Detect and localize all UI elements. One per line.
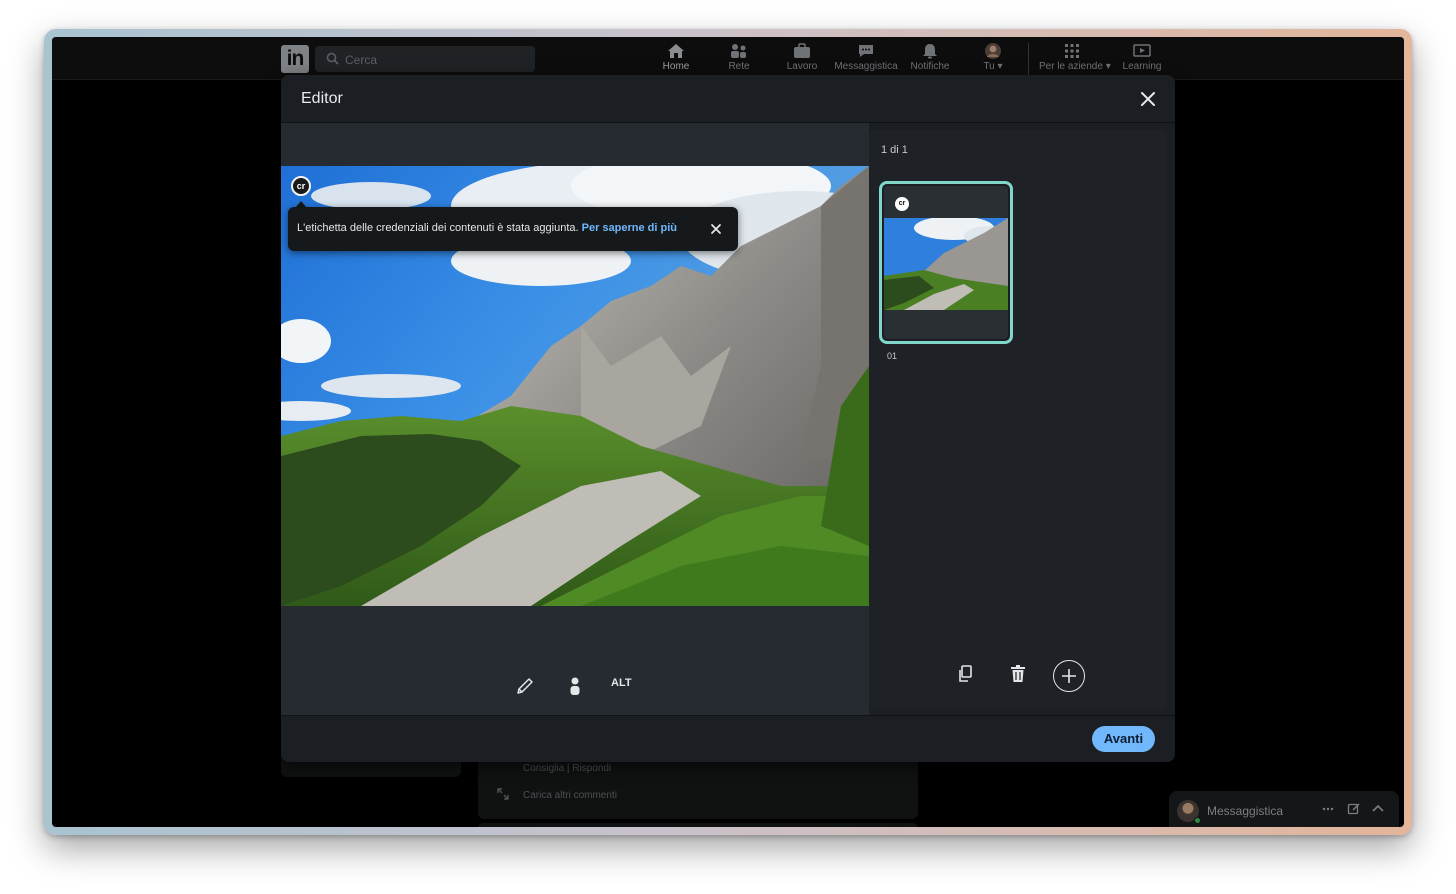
modal-title: Editor — [301, 90, 343, 107]
screen: in Cerca Home Rete Lavoro Messaggistica — [52, 37, 1404, 827]
image-counter: 1 di 1 — [881, 144, 908, 156]
bell-icon — [923, 44, 937, 59]
more-icon[interactable] — [1321, 802, 1335, 816]
play-icon — [1133, 44, 1151, 57]
nav-item-label: Home — [662, 61, 690, 72]
image-editor-area: cr L'etichetta delle credenziali dei con… — [281, 123, 869, 715]
linkedin-logo[interactable]: in — [281, 45, 309, 73]
top-navigation: in Cerca Home Rete Lavoro Messaggistica — [52, 37, 1404, 80]
modal-footer: Avanti — [281, 715, 1175, 762]
load-more-comments-link[interactable]: Carica altri commenti — [523, 790, 617, 801]
content-credentials-badge: cr — [895, 197, 909, 211]
trash-icon[interactable] — [1006, 662, 1030, 686]
search-box[interactable]: Cerca — [315, 46, 535, 72]
pencil-icon[interactable] — [509, 673, 539, 699]
nav-item-learning[interactable]: Learning — [1110, 43, 1174, 73]
tooltip-message: L'etichetta delle credenziali dei conten… — [297, 222, 579, 234]
expand-icon — [497, 788, 509, 800]
nav-item-label: Tu ▾ — [983, 61, 1003, 72]
nav-item-notifications[interactable]: Notifiche — [898, 43, 962, 73]
nav-item-label: Per le aziende ▾ — [1039, 61, 1111, 72]
content-credentials-tooltip: L'etichetta delle credenziali dei conten… — [288, 207, 738, 251]
modal-header: Editor — [281, 75, 1175, 123]
background-next-card — [478, 823, 918, 827]
nav-item-business[interactable]: Per le aziende ▾ — [1039, 43, 1111, 73]
avatar — [985, 43, 1001, 59]
alt-text-button[interactable]: ALT — [611, 677, 632, 689]
learn-more-link[interactable]: Per saperne di più — [582, 222, 677, 234]
search-placeholder: Cerca — [345, 53, 378, 67]
window-frame: in Cerca Home Rete Lavoro Messaggistica — [44, 29, 1412, 835]
thumbnail-panel: 1 di 1 cr 01 — [869, 130, 1167, 709]
content-credentials-badge[interactable]: cr — [291, 176, 311, 196]
comment-actions: Consiglia | Rispondi — [523, 763, 612, 774]
nav-item-label: Learning — [1122, 61, 1162, 72]
nav-item-network[interactable]: Rete — [707, 43, 771, 73]
nav-item-label: Messaggistica — [834, 61, 898, 72]
nav-item-home[interactable]: Home — [644, 43, 708, 73]
thumbnail-photo — [884, 218, 1008, 310]
grid-icon — [1065, 44, 1079, 58]
close-icon[interactable] — [709, 222, 723, 236]
image-thumbnail[interactable]: cr — [879, 181, 1013, 344]
search-icon — [326, 52, 339, 65]
compose-icon[interactable] — [1347, 802, 1361, 816]
network-icon — [731, 44, 746, 58]
thumbnail-frame: cr — [884, 186, 1008, 339]
side-panel: 1 di 1 cr 01 — [869, 130, 1167, 709]
briefcase-icon — [794, 43, 810, 58]
nav-divider — [1028, 43, 1029, 75]
next-button[interactable]: Avanti — [1092, 726, 1155, 752]
messaging-label: Messaggistica — [1207, 804, 1284, 818]
tooltip-text: L'etichetta delle credenziali dei conten… — [297, 222, 677, 234]
chevron-up-icon[interactable] — [1371, 802, 1385, 816]
online-status-dot — [1194, 817, 1201, 824]
editor-modal: Editor cr L'etichetta delle credenziali … — [281, 75, 1175, 762]
nav-item-label: Rete — [728, 61, 750, 72]
nav-item-messaging[interactable]: Messaggistica — [834, 43, 898, 73]
thumbnail-index: 01 — [887, 351, 898, 361]
home-icon — [668, 44, 684, 58]
nav-item-jobs[interactable]: Lavoro — [770, 43, 834, 73]
close-icon[interactable] — [1138, 89, 1158, 109]
nav-item-label: Notifiche — [910, 61, 950, 72]
plus-icon — [1062, 669, 1076, 683]
nav-item-label: Lavoro — [786, 61, 818, 72]
chat-icon — [859, 45, 873, 57]
duplicate-icon[interactable] — [955, 662, 979, 686]
person-icon[interactable] — [560, 673, 590, 699]
nav-item-me[interactable]: Tu ▾ — [961, 43, 1025, 73]
add-image-button[interactable] — [1053, 660, 1085, 692]
messaging-bar[interactable]: Messaggistica — [1169, 791, 1399, 827]
